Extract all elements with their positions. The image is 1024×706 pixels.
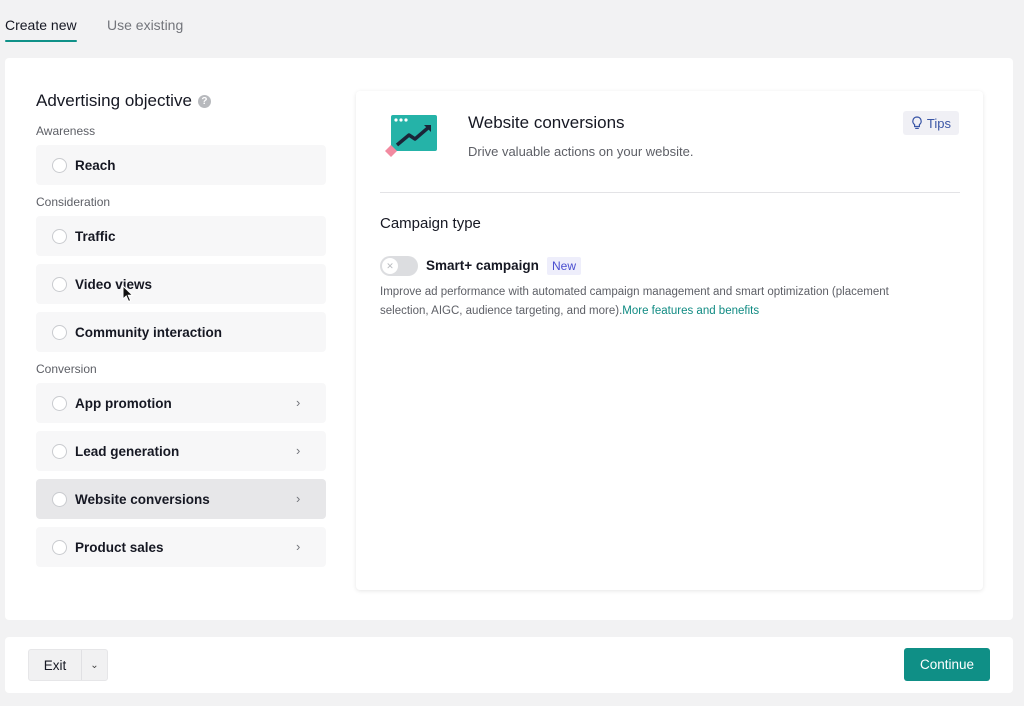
chevron-right-icon: › — [296, 443, 301, 458]
option-label: Product sales — [75, 539, 164, 555]
chevron-down-icon[interactable]: ⌄ — [81, 650, 107, 680]
option-video-views[interactable]: Video views — [36, 264, 326, 304]
option-label: Video views — [75, 276, 153, 292]
group-label-conversion: Conversion — [36, 362, 97, 376]
radio-button[interactable] — [52, 395, 67, 411]
option-reach[interactable]: Reach — [36, 145, 326, 185]
option-website-conversions[interactable]: Website conversions › — [36, 479, 326, 519]
help-icon[interactable]: ? — [197, 94, 211, 108]
tips-label: Tips — [926, 115, 951, 131]
detail-title: Website conversions — [468, 113, 625, 132]
chevron-right-icon: › — [296, 395, 301, 410]
lightbulb-icon — [912, 116, 922, 129]
smart-campaign-toggle[interactable]: ✕ — [380, 256, 418, 276]
option-label: App promotion — [75, 395, 172, 411]
continue-button[interactable]: Continue — [904, 648, 990, 681]
active-tab-indicator — [5, 40, 77, 42]
option-traffic[interactable]: Traffic — [36, 216, 326, 256]
radio-button[interactable] — [52, 443, 67, 459]
chevron-right-icon: › — [296, 539, 301, 554]
option-label: Website conversions — [75, 491, 210, 507]
group-label-consideration: Consideration — [36, 195, 111, 209]
more-features-link[interactable]: More features and benefits — [622, 305, 759, 317]
footer-bar: Exit ⌄ Continue — [5, 637, 1013, 693]
tab-use-existing[interactable]: Use existing — [107, 17, 183, 33]
option-app-promotion[interactable]: App promotion › — [36, 383, 326, 423]
mouse-pointer-icon — [122, 285, 134, 303]
close-icon: ✕ — [382, 258, 398, 274]
radio-button[interactable] — [52, 324, 67, 340]
option-product-sales[interactable]: Product sales › — [36, 527, 326, 567]
option-lead-generation[interactable]: Lead generation › — [36, 431, 326, 471]
objective-detail-panel: Website conversions Drive valuable actio… — [356, 91, 983, 590]
smart-campaign-label: Smart+ campaign — [426, 258, 539, 273]
radio-button[interactable] — [52, 228, 67, 244]
divider — [380, 192, 960, 193]
tips-button[interactable]: Tips — [902, 111, 959, 135]
group-label-awareness: Awareness — [36, 124, 96, 138]
tab-create-new[interactable]: Create new — [5, 17, 77, 33]
exit-button-group: Exit ⌄ — [28, 649, 108, 681]
chevron-right-icon: › — [296, 491, 301, 506]
objective-selector: Advertising objective ? Awareness Reach … — [36, 88, 326, 567]
radio-button[interactable] — [52, 491, 67, 507]
top-tabs: Create new Use existing — [0, 0, 1024, 44]
new-badge: New — [547, 257, 582, 275]
option-label: Reach — [75, 157, 116, 173]
option-label: Community interaction — [75, 324, 223, 340]
objective-title: Advertising objective — [36, 91, 192, 110]
website-conversion-icon — [385, 115, 437, 157]
smart-campaign-description: Improve ad performance with automated ca… — [380, 283, 940, 321]
option-label: Traffic — [75, 228, 116, 244]
radio-button[interactable] — [52, 539, 67, 555]
radio-button[interactable] — [52, 276, 67, 292]
radio-button[interactable] — [52, 157, 67, 173]
campaign-type-title: Campaign type — [380, 215, 481, 232]
exit-button[interactable]: Exit — [29, 650, 81, 680]
objective-card: Advertising objective ? Awareness Reach … — [5, 58, 1013, 620]
option-label: Lead generation — [75, 443, 180, 459]
detail-subtitle: Drive valuable actions on your website. — [468, 144, 694, 159]
option-community-interaction[interactable]: Community interaction — [36, 312, 326, 352]
objective-heading: Advertising objective ? — [36, 88, 326, 114]
